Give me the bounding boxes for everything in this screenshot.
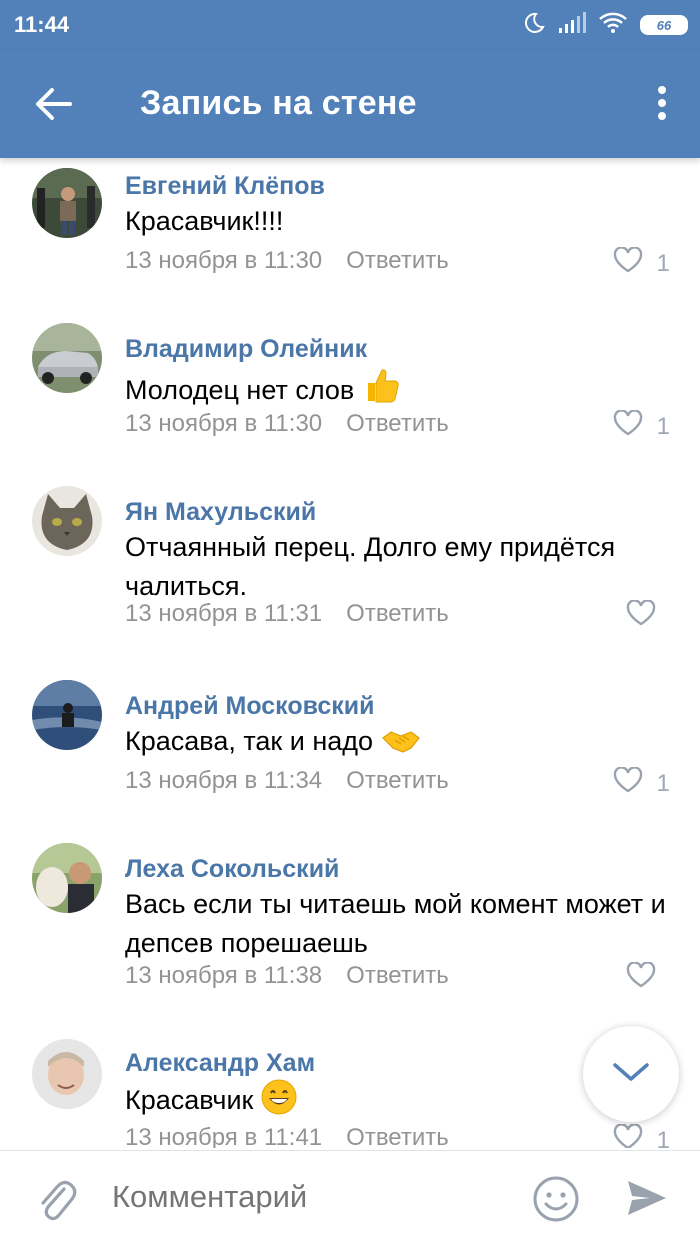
smiley-icon[interactable]: [532, 1175, 580, 1223]
avatar[interactable]: [32, 1039, 102, 1109]
reply-button[interactable]: Ответить: [346, 410, 449, 437]
comment-date: 13 ноября в 11:31: [125, 600, 323, 627]
heart-icon: [613, 409, 643, 443]
comment-author-link[interactable]: Леха Сокольский: [125, 855, 339, 884]
avatar[interactable]: [32, 168, 102, 238]
avatar[interactable]: [32, 843, 102, 913]
scroll-down-button[interactable]: [583, 1026, 679, 1122]
heart-icon: [626, 599, 656, 633]
comment-meta: 13 ноября в 11:30 Ответить: [125, 410, 449, 438]
comment-text: Вась если ты читаешь мой комент может и …: [125, 889, 666, 958]
comment-date: 13 ноября в 11:38: [125, 962, 323, 989]
reply-button[interactable]: Ответить: [346, 247, 449, 274]
do-not-disturb-moon-icon: [522, 11, 546, 40]
like-button[interactable]: 1: [613, 409, 670, 443]
comment-date: 13 ноября в 11:34: [125, 767, 323, 794]
comment-author-link[interactable]: Александр Хам: [125, 1049, 315, 1078]
thumbs-up-emoji-icon: [362, 365, 402, 416]
grinning-face-emoji-icon: [261, 1079, 297, 1126]
page-title: Запись на стене: [140, 84, 417, 122]
comment-composer: [0, 1150, 700, 1244]
reply-button[interactable]: Ответить: [346, 767, 449, 794]
reply-button[interactable]: Ответить: [346, 600, 449, 627]
comment-text: Отчаянный перец. Долго ему придётся чали…: [125, 532, 616, 601]
back-arrow-icon[interactable]: [30, 82, 78, 126]
reply-button[interactable]: Ответить: [346, 1124, 449, 1148]
status-icons: 66: [522, 10, 688, 40]
comment-text: Красава, так и надо: [125, 726, 374, 756]
battery-indicator: 66: [640, 15, 688, 35]
like-button[interactable]: 1: [613, 246, 670, 280]
comment-date: 13 ноября в 11:30: [125, 247, 323, 274]
avatar[interactable]: [32, 323, 102, 393]
like-button[interactable]: 1: [613, 1123, 670, 1149]
wifi-icon: [598, 12, 628, 39]
status-bar: 11:44 66: [0, 0, 700, 50]
more-vertical-icon[interactable]: [652, 82, 672, 126]
comment-author-link[interactable]: Ян Махульский: [125, 498, 316, 527]
reply-button[interactable]: Ответить: [346, 962, 449, 989]
like-button[interactable]: [626, 961, 670, 995]
comment-meta: 13 ноября в 11:41 Ответить: [125, 1124, 449, 1148]
heart-icon: [613, 766, 643, 800]
comment-date: 13 ноября в 11:30: [125, 410, 323, 437]
like-count: 1: [656, 412, 670, 440]
comment-text-container: Красава, так и надо: [125, 722, 685, 767]
comment-author-link[interactable]: Андрей Московский: [125, 692, 375, 721]
comment-list[interactable]: Евгений Клёпов Красавчик!!!! 13 ноября в…: [0, 158, 700, 1148]
comment-author-link[interactable]: Владимир Олейник: [125, 335, 367, 364]
heart-icon: [613, 246, 643, 280]
avatar[interactable]: [32, 486, 102, 556]
like-button[interactable]: 1: [613, 766, 670, 800]
comment-date: 13 ноября в 11:41: [125, 1124, 323, 1148]
comment-text: Молодец нет слов: [125, 375, 355, 405]
like-count: 1: [656, 1126, 670, 1149]
comment-text: Красавчик: [125, 1085, 254, 1115]
signal-icon: [558, 11, 586, 39]
like-count: 1: [656, 769, 670, 797]
heart-icon: [613, 1123, 643, 1148]
comment-input[interactable]: [112, 1179, 492, 1215]
comment-meta: 13 ноября в 11:34 Ответить: [125, 767, 449, 795]
comment-text: Красавчик!!!!: [125, 206, 284, 236]
status-time: 11:44: [14, 12, 70, 37]
avatar[interactable]: [32, 680, 102, 750]
heart-icon: [626, 961, 656, 995]
like-button[interactable]: [626, 599, 670, 633]
chevron-down-icon: [611, 1060, 651, 1089]
comment-text-container: Молодец нет слов: [125, 365, 685, 416]
handshake-emoji-icon: [381, 724, 421, 767]
paperclip-icon[interactable]: [34, 1175, 78, 1223]
send-icon[interactable]: [624, 1175, 670, 1221]
comment-meta: 13 ноября в 11:31 Ответить: [125, 600, 449, 628]
comment-meta: 13 ноября в 11:38 Ответить: [125, 962, 449, 990]
comment-author-link[interactable]: Евгений Клёпов: [125, 172, 325, 201]
comment-meta: 13 ноября в 11:30 Ответить: [125, 247, 449, 275]
like-count: 1: [656, 249, 670, 277]
top-app-bar: Запись на стене: [0, 50, 700, 158]
